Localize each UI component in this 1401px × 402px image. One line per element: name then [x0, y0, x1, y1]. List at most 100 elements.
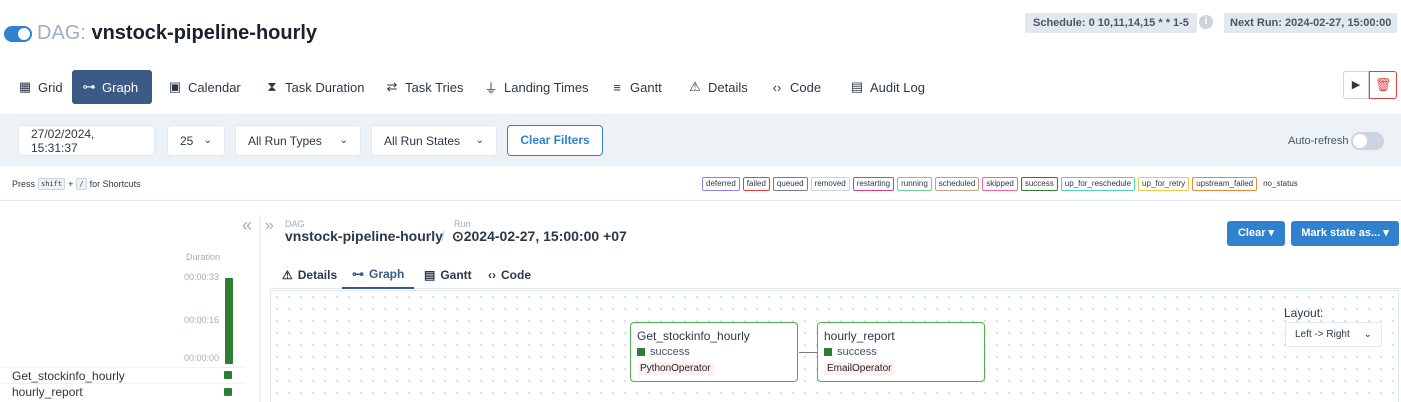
- task-node-hourly-report[interactable]: hourly_report success EmailOperator: [817, 322, 985, 382]
- graph-icon: ⊶: [82, 79, 96, 94]
- retry-icon: ⇄: [386, 79, 398, 94]
- nav-calendar-label: Calendar: [188, 79, 241, 95]
- tab-graph-label: Graph: [369, 266, 405, 281]
- legend-upstream-failed[interactable]: upstream_failed: [1192, 177, 1258, 191]
- next-run-badge: Next Run: 2024-02-27, 15:00:00: [1224, 13, 1398, 33]
- clear-filters-button[interactable]: Clear Filters: [507, 125, 603, 156]
- legend-queued[interactable]: queued: [772, 177, 808, 191]
- graph-edge: [799, 352, 817, 353]
- nav-landing-times-label: Landing Times: [504, 79, 589, 95]
- legend-failed[interactable]: failed: [742, 177, 770, 191]
- layout-select[interactable]: Left -> Right ⌄: [1285, 322, 1382, 347]
- legend-up-for-retry[interactable]: up_for_retry: [1138, 177, 1190, 191]
- breadcrumb-run[interactable]: ⊙2024-02-27, 15:00:00 +07: [452, 228, 627, 245]
- task-node-operator: PythonOperator: [637, 362, 714, 375]
- slash-key: /: [76, 178, 87, 190]
- nav-task-tries-label: Task Tries: [405, 79, 464, 95]
- detail-tabs: ⚠ Details ⊶ Graph ▤ Gantt ‹› Code: [270, 260, 1401, 289]
- shift-key: shift: [38, 178, 66, 190]
- gantt-icon: ≡: [613, 79, 621, 95]
- dag-view-nav: ▦ Grid ⊶ Graph ▣ Calendar ⧗ Task Duratio…: [0, 70, 1401, 104]
- mark-state-button[interactable]: Mark state as... ▾: [1291, 221, 1399, 246]
- run-states-select[interactable]: All Run States ⌄: [371, 125, 497, 156]
- tab-code[interactable]: ‹› Code: [478, 260, 541, 289]
- duration-tick: 00:00:00: [184, 353, 220, 363]
- nav-code[interactable]: ‹› Code: [760, 70, 831, 104]
- task-node-get-stockinfo-hourly[interactable]: Get_stockinfo_hourly success PythonOpera…: [630, 322, 798, 382]
- legend-scheduled[interactable]: scheduled: [934, 177, 980, 191]
- shortcuts-press: Press: [12, 179, 36, 189]
- duration-tick: 00:00:33: [184, 272, 220, 282]
- nav-audit-log[interactable]: ▤ Audit Log: [840, 70, 935, 104]
- nav-grid[interactable]: ▦ Grid: [8, 70, 73, 104]
- dag-pause-toggle[interactable]: [4, 26, 32, 42]
- gantt-icon: ▤: [424, 267, 436, 282]
- tab-gantt[interactable]: ▤ Gantt: [414, 260, 482, 289]
- num-runs-value: 25: [180, 133, 194, 148]
- success-status-icon: [824, 348, 832, 356]
- legend-skipped[interactable]: skipped: [982, 177, 1018, 191]
- task-node-status: success: [824, 346, 978, 358]
- nav-gantt[interactable]: ≡ Gantt: [600, 70, 672, 104]
- breadcrumb-separator: /: [441, 228, 445, 244]
- nav-audit-log-label: Audit Log: [870, 79, 925, 95]
- task-instance-cell[interactable]: [224, 388, 232, 396]
- task-node-name: hourly_report: [824, 329, 895, 343]
- tab-gantt-label: Gantt: [440, 267, 472, 282]
- legend-running[interactable]: running: [897, 177, 932, 191]
- info-icon[interactable]: i: [1199, 15, 1213, 29]
- dag-run-duration-bar[interactable]: [225, 278, 233, 364]
- num-runs-select[interactable]: 25 ⌄: [167, 125, 225, 156]
- base-date-value: 27/02/2024, 15:31:37: [31, 126, 95, 155]
- nav-landing-times[interactable]: ⏚ Landing Times: [474, 70, 599, 104]
- duration-label: Duration: [186, 252, 221, 262]
- legend-removed[interactable]: removed: [810, 177, 850, 191]
- page-header: DAG: vnstock-pipeline-hourly Schedule: 0…: [0, 0, 1401, 60]
- delete-dag-button[interactable]: 🗑: [1369, 71, 1397, 99]
- tab-details[interactable]: ⚠ Details: [272, 260, 347, 289]
- nav-task-duration[interactable]: ⧗ Task Duration: [255, 70, 374, 104]
- chevron-down-icon: ⌄: [475, 135, 484, 146]
- audit-log-icon: ▤: [850, 79, 864, 94]
- base-date-input[interactable]: 27/02/2024, 15:31:37: [18, 125, 155, 156]
- panel-resizer[interactable]: [259, 215, 261, 402]
- tab-code-label: Code: [501, 267, 531, 282]
- shortcuts-plus: +: [68, 179, 74, 189]
- trash-icon: 🗑: [1374, 77, 1392, 92]
- nav-task-tries[interactable]: ⇄ Task Tries: [375, 70, 474, 104]
- task-node-state: success: [837, 346, 877, 358]
- dag-prefix: DAG:: [37, 22, 86, 44]
- shortcuts-for: for Shortcuts: [89, 179, 141, 189]
- layout-value: Left -> Right: [1295, 329, 1350, 340]
- dag-id: vnstock-pipeline-hourly: [91, 22, 318, 44]
- tab-graph[interactable]: ⊶ Graph: [342, 260, 415, 289]
- nav-task-duration-label: Task Duration: [285, 79, 365, 95]
- page-title: DAG: vnstock-pipeline-hourly: [37, 22, 317, 45]
- nav-graph[interactable]: ⊶ Graph: [72, 70, 152, 104]
- nav-grid-label: Grid: [38, 79, 63, 95]
- legend-up-for-reschedule[interactable]: up_for_reschedule: [1060, 177, 1136, 191]
- warning-icon: ⚠: [282, 267, 293, 282]
- legend-restarting[interactable]: restarting: [852, 177, 895, 191]
- task-row[interactable]: Get_stockinfo_hourly: [0, 367, 245, 383]
- legend-deferred[interactable]: deferred: [702, 177, 740, 191]
- legend-no-status[interactable]: no_status: [1260, 178, 1301, 190]
- code-icon: ‹›: [488, 267, 496, 282]
- run-types-select[interactable]: All Run Types ⌄: [235, 125, 361, 156]
- filter-bar: 27/02/2024, 15:31:37 25 ⌄ All Run Types …: [0, 114, 1401, 166]
- collapse-grid-icon[interactable]: «: [242, 215, 252, 236]
- play-icon: ▶: [1351, 79, 1361, 91]
- breadcrumb-dag[interactable]: vnstock-pipeline-hourly: [285, 228, 443, 244]
- nav-calendar[interactable]: ▣ Calendar: [158, 70, 251, 104]
- nav-details[interactable]: ⚠ Details: [678, 70, 758, 104]
- legend-success[interactable]: success: [1020, 177, 1058, 191]
- auto-refresh-toggle[interactable]: [1351, 132, 1384, 150]
- task-row[interactable]: hourly_report: [0, 383, 245, 399]
- task-instance-cell[interactable]: [224, 371, 232, 379]
- trigger-dag-button[interactable]: ▶: [1343, 71, 1369, 99]
- nav-graph-label: Graph: [102, 79, 139, 95]
- expand-panel-icon[interactable]: »: [265, 217, 274, 235]
- nav-code-label: Code: [790, 79, 822, 95]
- clear-run-button[interactable]: Clear ▾: [1227, 221, 1285, 246]
- chevron-down-icon: ⌄: [1363, 329, 1372, 340]
